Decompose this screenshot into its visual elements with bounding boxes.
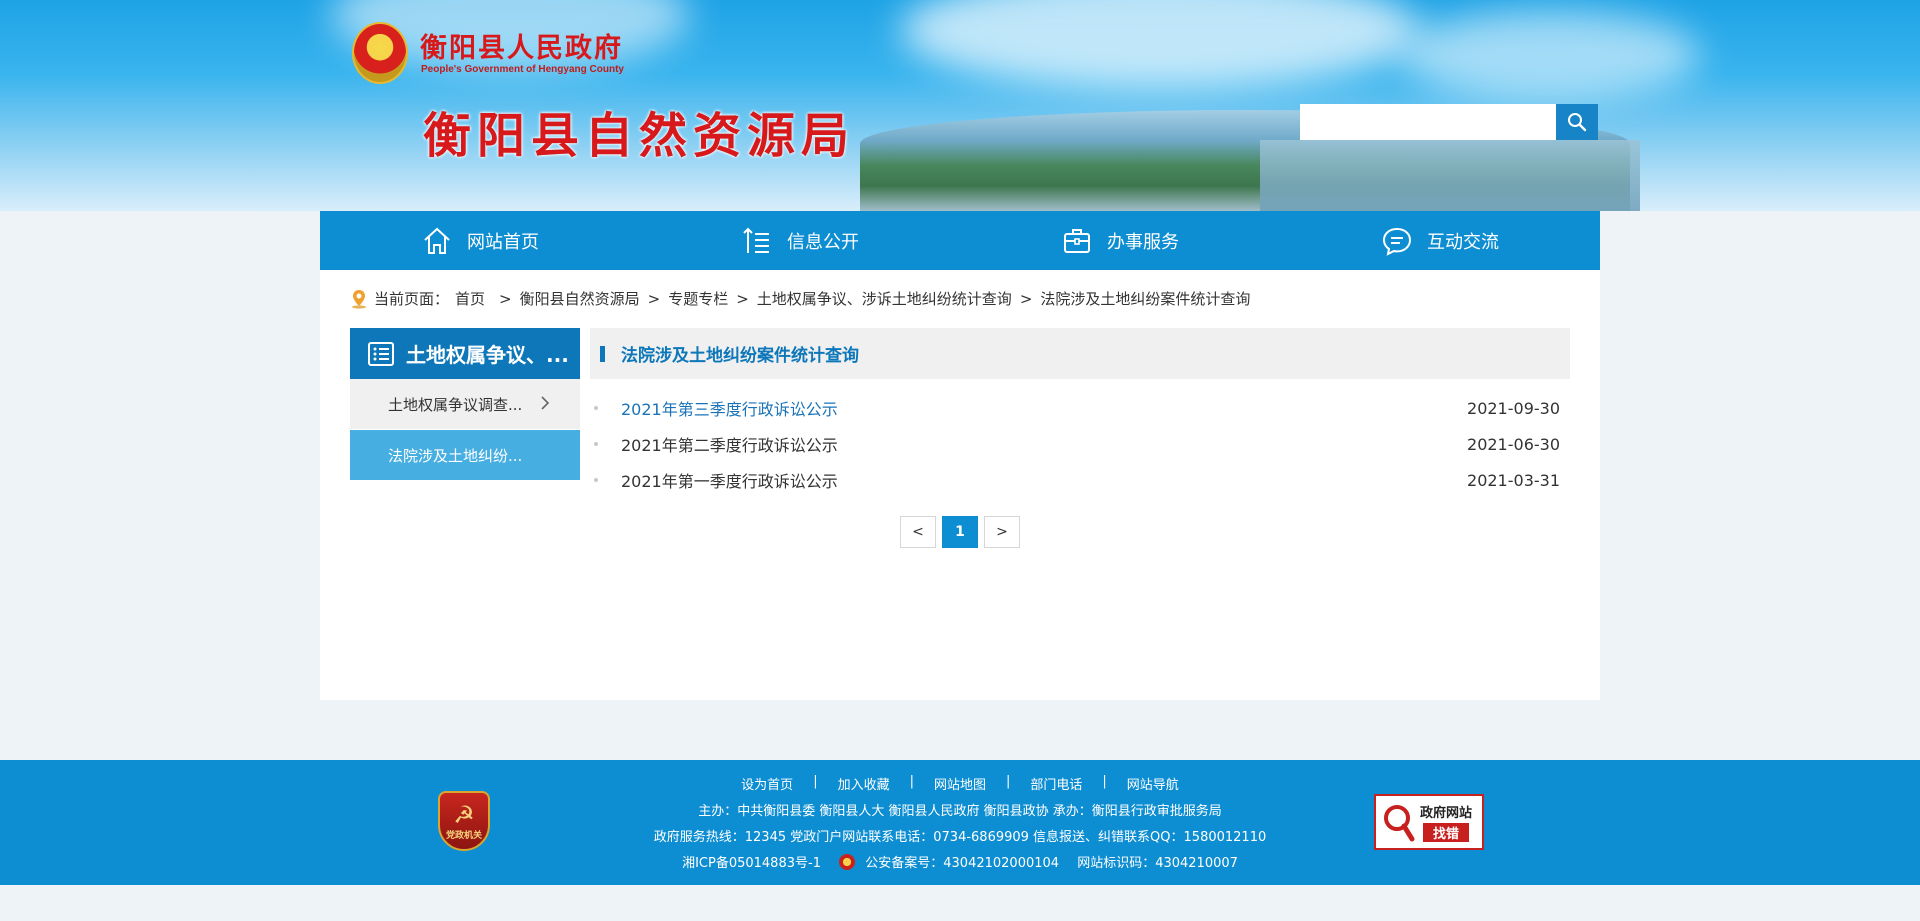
nav-item-info-disclosure[interactable]: 信息公开 bbox=[640, 211, 960, 270]
nav-label: 网站首页 bbox=[467, 231, 539, 253]
footer-links: 设为首页 | 加入收藏 | 网站地图 | 部门电话 | 网站导航 bbox=[0, 774, 1920, 793]
icp-record[interactable]: 湘ICP备05014883号-1 bbox=[682, 856, 821, 871]
list-title: 法院涉及土地纠纷案件统计查询 bbox=[621, 346, 859, 366]
article-link[interactable]: 2021年第一季度行政诉讼公示 bbox=[621, 468, 838, 492]
footer-link-separator: | bbox=[1006, 774, 1011, 789]
breadcrumb-land-disputes[interactable]: 土地权属争议、涉诉土地纠纷统计查询 bbox=[757, 288, 1012, 309]
breadcrumb-topics[interactable]: 专题专栏 bbox=[668, 288, 728, 309]
article-link[interactable]: 2021年第三季度行政诉讼公示 bbox=[621, 396, 838, 420]
page-number-current[interactable]: 1 bbox=[942, 516, 978, 548]
police-badge-icon bbox=[839, 854, 856, 870]
main-content: 当前页面： 首页 > 衡阳县自然资源局 > 专题专栏 > 土地权属争议、涉诉土地… bbox=[320, 270, 1600, 700]
nav-item-interaction[interactable]: 互动交流 bbox=[1280, 211, 1600, 270]
main-nav: 网站首页 信息公开 办事服务 互动交流 bbox=[320, 211, 1600, 270]
breadcrumb-separator: > bbox=[736, 289, 749, 308]
list-header: 法院涉及土地纠纷案件统计查询 bbox=[590, 328, 1570, 379]
pagination: < 1 > bbox=[320, 516, 1600, 548]
list-icon bbox=[368, 341, 394, 366]
article-list: 2021年第三季度行政诉讼公示 2021-09-30 2021年第二季度行政诉讼… bbox=[590, 390, 1570, 498]
nav-label: 办事服务 bbox=[1107, 231, 1179, 253]
bullet-icon bbox=[594, 478, 598, 482]
find-error-line1: 政府网站 bbox=[1420, 806, 1473, 821]
list-icon bbox=[743, 227, 769, 253]
breadcrumb-separator: > bbox=[1019, 289, 1033, 308]
national-emblem-logo bbox=[352, 22, 408, 84]
cloud-decoration bbox=[900, 0, 1420, 90]
breadcrumb-prefix: 当前页面： bbox=[374, 290, 450, 308]
set-homepage-link[interactable]: 设为首页 bbox=[741, 774, 793, 793]
footer-link-separator: | bbox=[813, 774, 818, 789]
title-accent-bar bbox=[600, 345, 605, 362]
breadcrumb-home[interactable]: 首页 bbox=[455, 288, 485, 309]
article-date: 2021-06-30 bbox=[1467, 434, 1560, 454]
next-page-button[interactable]: > bbox=[984, 516, 1020, 548]
list-item: 2021年第三季度行政诉讼公示 2021-09-30 bbox=[590, 390, 1570, 426]
gov-name: 衡阳县人民政府 bbox=[420, 33, 623, 64]
sitemap-link[interactable]: 网站地图 bbox=[934, 774, 986, 793]
article-list-panel: 法院涉及土地纠纷案件统计查询 2021年第三季度行政诉讼公示 2021-09-3… bbox=[590, 328, 1570, 498]
search-input[interactable] bbox=[1300, 104, 1556, 140]
find-error-button[interactable]: 政府网站 找错 bbox=[1374, 794, 1484, 850]
nav-label: 互动交流 bbox=[1427, 231, 1499, 253]
sidebar-item-label: 土地权属争议调查... bbox=[388, 395, 523, 414]
header-banner: 衡阳县人民政府 People's Government of Hengyang … bbox=[0, 0, 1920, 211]
search-button[interactable] bbox=[1556, 104, 1598, 140]
footer: ☭ 党政机关 设为首页 | 加入收藏 | 网站地图 | 部门电话 | 网站导航 … bbox=[0, 760, 1920, 885]
find-error-line2: 找错 bbox=[1423, 823, 1470, 842]
nav-item-services[interactable]: 办事服务 bbox=[960, 211, 1280, 270]
police-record[interactable]: 公安备案号：43042102000104 bbox=[865, 856, 1059, 871]
sidebar: 土地权属争议、... 土地权属争议调查... 法院涉及土地纠纷... bbox=[350, 328, 580, 481]
cloud-decoration bbox=[1400, 10, 1700, 100]
department-phone-link[interactable]: 部门电话 bbox=[1030, 774, 1082, 793]
home-icon bbox=[424, 227, 450, 254]
footer-link-separator: | bbox=[909, 774, 914, 789]
chat-icon bbox=[1382, 227, 1412, 256]
footer-hotline: 政府服务热线：12345 党政门户网站联系电话：0734-6869909 信息报… bbox=[653, 830, 1267, 845]
nav-item-home[interactable]: 网站首页 bbox=[320, 211, 640, 270]
article-link[interactable]: 2021年第二季度行政诉讼公示 bbox=[621, 432, 838, 456]
search-icon bbox=[1568, 113, 1587, 132]
article-date: 2021-03-31 bbox=[1467, 470, 1560, 490]
sidebar-item-land-dispute-survey[interactable]: 土地权属争议调查... bbox=[350, 379, 580, 430]
chevron-right-icon bbox=[541, 396, 550, 410]
site-navigation-link[interactable]: 网站导航 bbox=[1127, 774, 1179, 793]
nav-label: 信息公开 bbox=[787, 231, 859, 253]
footer-record-line: 湘ICP备05014883号-1 公安备案号：43042102000104 网站… bbox=[0, 852, 1920, 871]
sidebar-item-court-land-cases[interactable]: 法院涉及土地纠纷... bbox=[350, 430, 580, 481]
add-favorite-link[interactable]: 加入收藏 bbox=[838, 774, 890, 793]
list-item: 2021年第一季度行政诉讼公示 2021-03-31 bbox=[590, 462, 1570, 498]
breadcrumb: 当前页面： 首页 > 衡阳县自然资源局 > 专题专栏 > 土地权属争议、涉诉土地… bbox=[350, 288, 1250, 309]
bureau-name: 衡阳县自然资源局 bbox=[423, 108, 856, 164]
list-item: 2021年第二季度行政诉讼公示 2021-06-30 bbox=[590, 426, 1570, 462]
article-date: 2021-09-30 bbox=[1467, 398, 1560, 418]
breadcrumb-separator: > bbox=[499, 289, 512, 308]
breadcrumb-bureau[interactable]: 衡阳县自然资源局 bbox=[520, 288, 640, 309]
sidebar-title-text: 土地权属争议、... bbox=[406, 343, 569, 367]
sidebar-title: 土地权属争议、... bbox=[350, 328, 580, 379]
prev-page-button[interactable]: < bbox=[900, 516, 936, 548]
location-pin-icon bbox=[352, 289, 366, 309]
site-code: 网站标识码：4304210007 bbox=[1077, 856, 1238, 871]
sidebar-item-label: 法院涉及土地纠纷... bbox=[388, 446, 523, 465]
magnifier-icon bbox=[1376, 796, 1420, 848]
breadcrumb-separator: > bbox=[647, 289, 661, 308]
briefcase-icon bbox=[1064, 228, 1090, 253]
bullet-icon bbox=[594, 406, 598, 410]
footer-link-separator: | bbox=[1102, 774, 1107, 789]
gov-name-en: People's Government of Hengyang County bbox=[421, 64, 624, 75]
bullet-icon bbox=[594, 442, 598, 446]
footer-sponsor: 主办：中共衡阳县委 衡阳县人大 衡阳县人民政府 衡阳县政协 承办：衡阳县行政审批… bbox=[698, 804, 1222, 819]
breadcrumb-current[interactable]: 法院涉及土地纠纷案件统计查询 bbox=[1040, 288, 1250, 309]
river-image bbox=[1260, 140, 1640, 211]
